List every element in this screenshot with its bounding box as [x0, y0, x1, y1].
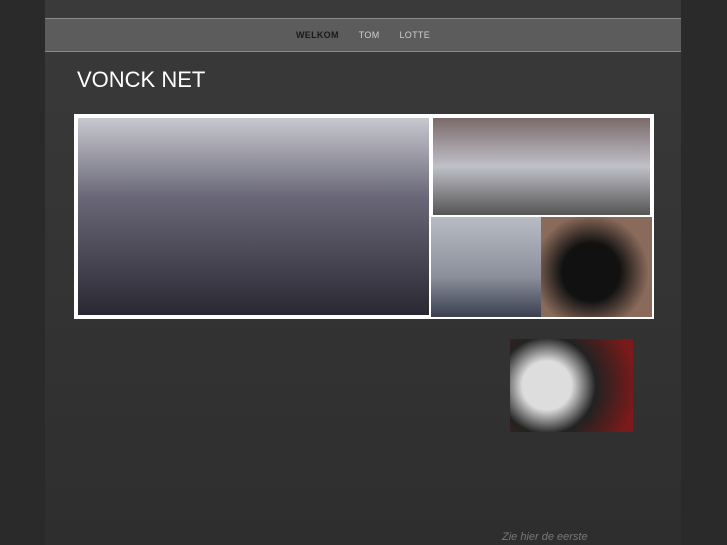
main-nav: WELKOM TOM LOTTE: [45, 18, 681, 52]
kids-photo: [510, 339, 633, 432]
site-title: VONCK NET: [77, 67, 206, 92]
photo-collage: [74, 114, 654, 319]
forest-photo: [78, 118, 429, 315]
page-container: WELKOM TOM LOTTE VONCK NET Zie hier de e…: [45, 0, 681, 545]
sailboat-photo: [431, 217, 541, 317]
car-photo: [433, 118, 650, 215]
nav-tom[interactable]: TOM: [359, 30, 380, 40]
nav-welkom[interactable]: WELKOM: [296, 30, 339, 40]
footer-text[interactable]: Zie hier de eerste: [502, 531, 588, 543]
nav-lotte[interactable]: LOTTE: [400, 30, 431, 40]
dog-photo: [541, 217, 652, 317]
